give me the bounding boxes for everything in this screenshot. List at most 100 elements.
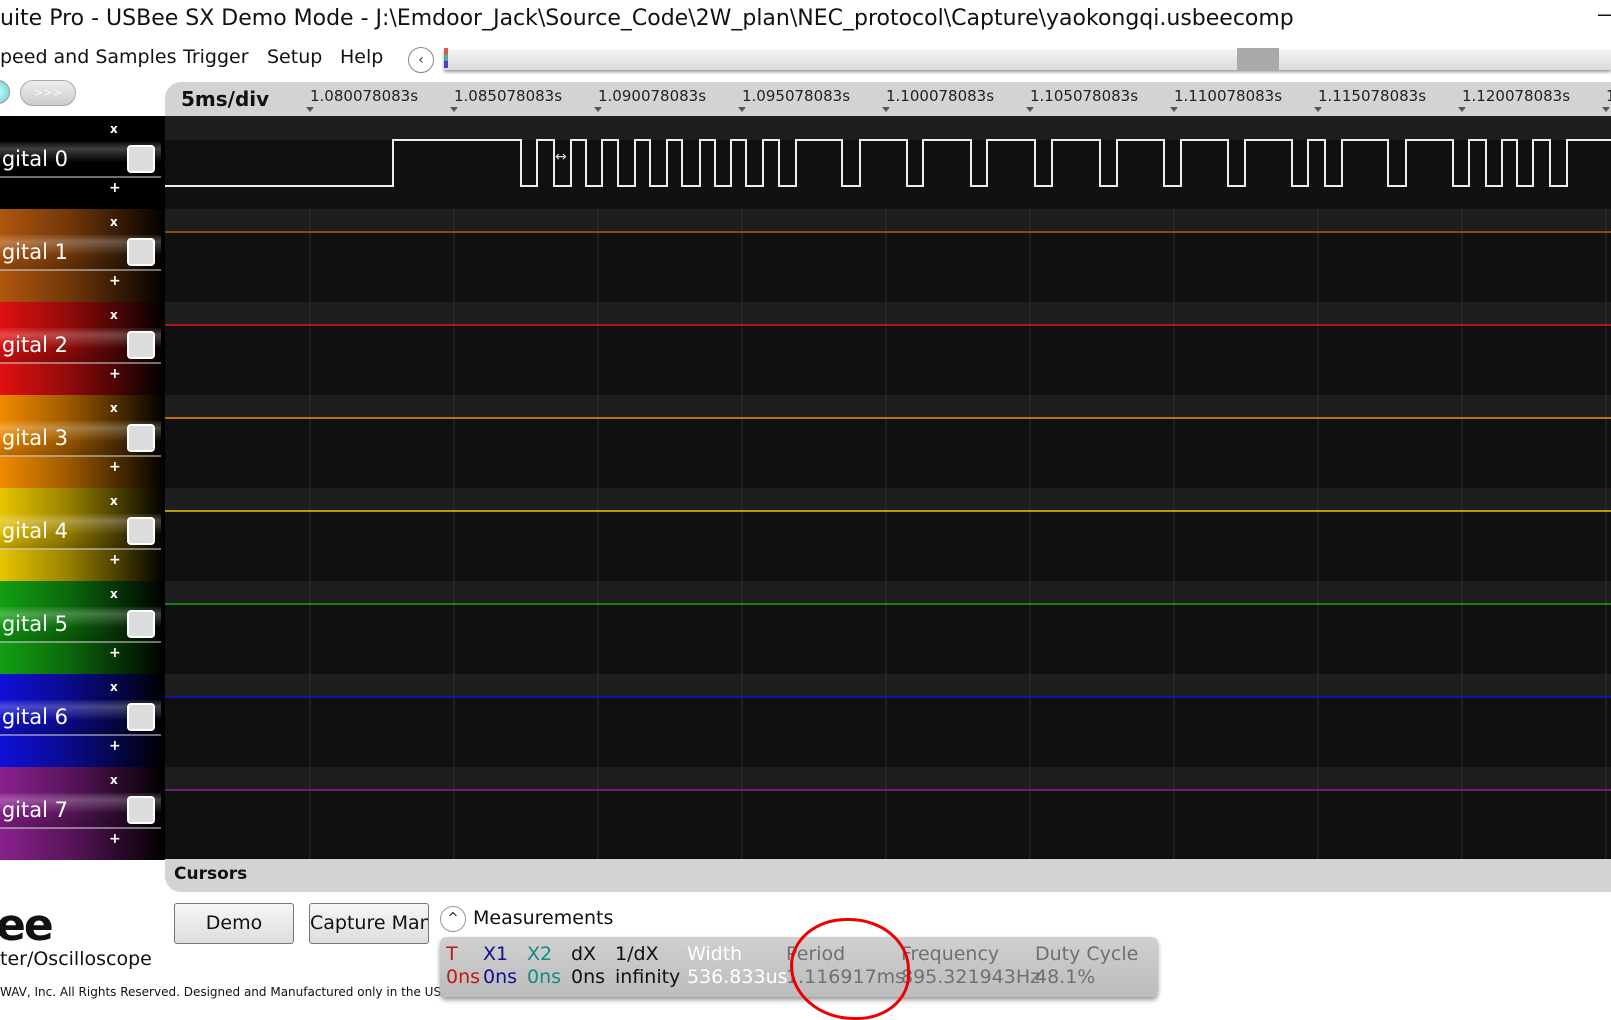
channel-4: x igital 4 +: [0, 488, 165, 581]
cursors-bar: Cursors: [165, 859, 1611, 892]
logo: ee: [0, 900, 54, 951]
channel-checkbox[interactable]: [127, 517, 155, 545]
measurement-dx: dX 0ns: [571, 943, 605, 989]
measurement-value: 0ns: [446, 966, 481, 988]
add-channel-icon[interactable]: +: [109, 459, 121, 475]
measurement-label: Frequency: [901, 943, 1000, 965]
time-tick-label: 1: [1606, 87, 1611, 105]
time-tick-marker: [1458, 107, 1466, 112]
red-annotation-circle: [790, 918, 910, 1020]
demo-button[interactable]: Demo: [174, 903, 294, 944]
remove-channel-icon[interactable]: x: [110, 122, 118, 136]
waveform-area[interactable]: ↔: [165, 116, 1611, 860]
time-tick-label: 1.100078083s: [886, 87, 995, 105]
channel-checkbox[interactable]: [127, 796, 155, 824]
add-channel-icon[interactable]: +: [109, 273, 121, 289]
channel-row-band: [165, 767, 1611, 791]
channel-checkbox[interactable]: [127, 703, 155, 731]
time-tick-marker: [594, 107, 602, 112]
measurement-label: dX: [571, 943, 597, 965]
measurement-x1: X1 0ns: [483, 943, 517, 989]
window-title: uite Pro - USBee SX Demo Mode - J:\Emdoo…: [0, 6, 1294, 31]
measurement-frequency: Frequency 895.321943Hz: [901, 943, 1040, 989]
product-subtitle: ter/Oscilloscope: [0, 948, 152, 970]
channel-checkbox[interactable]: [127, 331, 155, 359]
run-button[interactable]: >>>: [20, 80, 76, 106]
channel-row-band: [165, 302, 1611, 326]
add-channel-icon[interactable]: +: [109, 180, 121, 196]
time-tick-marker: [450, 107, 458, 112]
time-tick-label: 1.105078083s: [1030, 87, 1139, 105]
channel-row-band: [165, 581, 1611, 605]
channel-checkbox[interactable]: [127, 145, 155, 173]
menu-setup[interactable]: Setup: [267, 46, 322, 68]
measurements-collapse-icon[interactable]: ^: [440, 906, 466, 932]
channel-5: x igital 5 +: [0, 581, 165, 674]
remove-channel-icon[interactable]: x: [110, 215, 118, 229]
channel-row-band: [165, 209, 1611, 233]
remove-channel-icon[interactable]: x: [110, 587, 118, 601]
channel-row-band: [165, 674, 1611, 698]
status-led-icon[interactable]: [0, 80, 10, 104]
channel-0: x igital 0 +: [0, 116, 165, 209]
channel-row-band: [165, 488, 1611, 512]
measurement-value: 0ns: [527, 966, 562, 988]
measurement-t: T 0ns: [446, 943, 480, 989]
scrollbar-thumb[interactable]: [1237, 48, 1279, 70]
remove-channel-icon[interactable]: x: [110, 494, 118, 508]
time-tick-marker: [738, 107, 746, 112]
measurement-duty-cycle: Duty Cycle 48.1%: [1035, 943, 1138, 989]
remove-channel-icon[interactable]: x: [110, 401, 118, 415]
measurements-title: Measurements: [473, 907, 614, 929]
measurement-label: X2: [527, 943, 553, 965]
measurement-value: 895.321943Hz: [901, 966, 1041, 988]
measurement-value: 0ns: [571, 966, 606, 988]
channel-checkbox[interactable]: [127, 610, 155, 638]
measurement-label: 1/dX: [615, 943, 659, 965]
measurement-label: Width: [687, 943, 743, 965]
time-tick-marker: [1602, 107, 1610, 112]
measurement-label: X1: [483, 943, 509, 965]
time-tick-label: 1.095078083s: [742, 87, 851, 105]
minimize-button[interactable]: —: [1597, 2, 1611, 26]
channel-sidebar: x igital 0 + x igital 1 + x igital 2 + x ig…: [0, 116, 165, 860]
add-channel-icon[interactable]: +: [109, 552, 121, 568]
measurement-1-dx: 1/dX infinity: [615, 943, 680, 989]
measurement-value: 48.1%: [1035, 966, 1096, 988]
time-tick-label: 1.110078083s: [1174, 87, 1283, 105]
menu-trigger[interactable]: Trigger: [183, 46, 249, 68]
channel-row-band: [165, 116, 1611, 140]
capture-manager-button[interactable]: Capture Man: [309, 903, 429, 944]
time-tick-label: 1.080078083s: [310, 87, 419, 105]
time-tick-marker: [1026, 107, 1034, 112]
channel-7: x igital 7 +: [0, 767, 165, 860]
time-per-division[interactable]: 5ms/div: [181, 87, 269, 111]
remove-channel-icon[interactable]: x: [110, 680, 118, 694]
time-tick-label: 1.115078083s: [1318, 87, 1427, 105]
cursor-drag-icon: ↔: [555, 149, 567, 165]
remove-channel-icon[interactable]: x: [110, 308, 118, 322]
timeline-scrollbar[interactable]: [444, 50, 1611, 70]
measurement-value: infinity: [615, 966, 681, 988]
time-tick-marker: [306, 107, 314, 112]
add-channel-icon[interactable]: +: [109, 645, 121, 661]
measurement-label: Duty Cycle: [1035, 943, 1139, 965]
scroll-back-button[interactable]: ‹: [408, 47, 434, 73]
add-channel-icon[interactable]: +: [109, 366, 121, 382]
menu-speed-and-samples[interactable]: peed and Samples: [0, 46, 176, 68]
measurement-value: 536.833us: [687, 966, 788, 988]
remove-channel-icon[interactable]: x: [110, 773, 118, 787]
time-tick-marker: [882, 107, 890, 112]
time-tick-label: 1.120078083s: [1462, 87, 1571, 105]
menu-help[interactable]: Help: [340, 46, 383, 68]
add-channel-icon[interactable]: +: [109, 831, 121, 847]
time-tick-marker: [1170, 107, 1178, 112]
channel-6: x igital 6 +: [0, 674, 165, 767]
channel-checkbox[interactable]: [127, 238, 155, 266]
channel-2: x igital 2 +: [0, 302, 165, 395]
channel-checkbox[interactable]: [127, 424, 155, 452]
add-channel-icon[interactable]: +: [109, 738, 121, 754]
channel-1: x igital 1 +: [0, 209, 165, 302]
time-tick-label: 1.085078083s: [454, 87, 563, 105]
measurement-value: 0ns: [483, 966, 518, 988]
